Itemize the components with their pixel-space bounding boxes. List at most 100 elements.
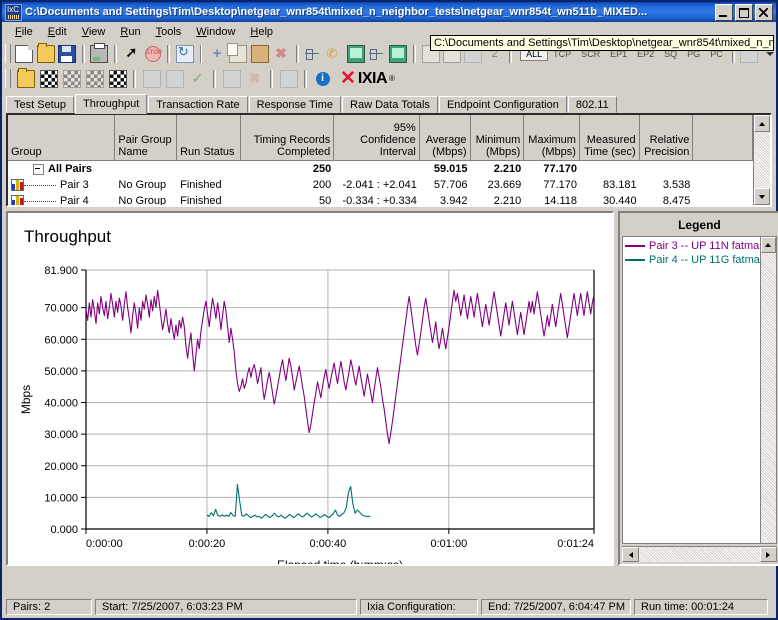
status-pairs: Pairs: 2 xyxy=(6,599,92,615)
legend-hscroll-track[interactable] xyxy=(639,547,760,562)
toolbar-grip-2[interactable] xyxy=(5,69,11,88)
grid-column-header[interactable]: 95% Confidence Interval xyxy=(334,115,420,160)
menu-item-file[interactable]: File xyxy=(8,24,40,40)
ungroup-pairs-icon[interactable]: ✖ xyxy=(243,68,266,90)
table-row[interactable]: All Pairs 250 59.015 2.210 77.170 xyxy=(8,161,753,177)
voip-pair-icon[interactable]: ✆ xyxy=(324,43,345,65)
legend-scroll-left-button[interactable] xyxy=(622,547,639,562)
table-row[interactable]: Pair 4 No Group Finished 50 -0.334 : +0.334 3… xyxy=(8,193,753,205)
table-cell: No Group xyxy=(118,179,167,191)
window-title: C:\Documents and Settings\Tim\Desktop\ne… xyxy=(25,6,648,18)
legend-item-pair-3[interactable]: Pair 3 -- UP 11N fatma xyxy=(625,239,760,253)
grid-column-header[interactable]: Minimum (Mbps) xyxy=(471,115,525,160)
new-test-button[interactable] xyxy=(14,43,35,65)
run-checkered-icon[interactable] xyxy=(37,68,60,90)
legend-item-pair-4[interactable]: Pair 4 -- UP 11G fatma xyxy=(625,253,760,267)
menu-item-window[interactable]: Window xyxy=(189,24,242,40)
table-cell: 2.210 xyxy=(493,163,522,175)
grid-column-header[interactable]: Timing Records Completed xyxy=(241,115,335,160)
tab-strip: Test Setup Throughput Transaction Rate R… xyxy=(2,93,776,114)
tab-802-11[interactable]: 802.11 xyxy=(567,96,617,113)
menu-item-view[interactable]: View xyxy=(75,24,113,40)
tab-throughput[interactable]: Throughput xyxy=(74,94,148,114)
legend-scroll-up-button[interactable] xyxy=(760,237,776,253)
paste-button[interactable] xyxy=(249,43,270,65)
refresh-button[interactable] xyxy=(174,43,195,65)
chart-y-tick-label: 40.000 xyxy=(44,398,78,410)
results-grid: Group Pair Group Name Run Status Timing Reco… xyxy=(6,113,772,207)
open-results-icon[interactable] xyxy=(14,67,37,90)
menu-item-edit[interactable]: Edit xyxy=(41,24,74,40)
add-pair-button[interactable]: + xyxy=(206,43,227,65)
group-pairs-icon[interactable] xyxy=(220,68,243,90)
multicast-pair-icon[interactable] xyxy=(366,43,387,65)
save-test-button[interactable] xyxy=(56,43,77,65)
throughput-chart[interactable]: 0.000 10.000 20.000 30.000 40.000 50.000 60.00… xyxy=(8,213,612,572)
finish-checkered-icon[interactable] xyxy=(106,68,129,90)
tab-transaction-rate[interactable]: Transaction Rate xyxy=(148,96,248,113)
verify-icon[interactable]: ✓ xyxy=(186,68,209,90)
minimize-button[interactable] xyxy=(715,3,733,21)
close-button[interactable] xyxy=(755,3,773,21)
copy-button[interactable] xyxy=(227,42,249,65)
chart-y-tick-label: 81.900 xyxy=(44,265,78,277)
legend-horizontal-scrollbar[interactable] xyxy=(622,546,777,562)
stop-test-button[interactable]: STOP xyxy=(142,43,163,65)
ixia-logo: ✕ IXIA ® xyxy=(334,69,401,88)
grid-column-header[interactable]: Group xyxy=(8,115,116,160)
chart-x-tick-label: 0:01:00 xyxy=(431,538,468,550)
grid-column-header[interactable]: Pair Group Name xyxy=(115,115,178,160)
tab-endpoint-configuration[interactable]: Endpoint Configuration xyxy=(438,96,567,113)
clear-pairs-icon[interactable] xyxy=(163,68,186,90)
grid-column-header[interactable]: Maximum (Mbps) xyxy=(524,115,580,160)
maximize-button[interactable] xyxy=(735,3,753,21)
video-pair-icon[interactable] xyxy=(345,43,366,65)
menu-item-help[interactable]: Help xyxy=(243,24,280,40)
chart-y-tick-label: 60.000 xyxy=(44,334,78,346)
tab-test-setup[interactable]: Test Setup xyxy=(6,96,74,113)
endpoint-pair-icon[interactable] xyxy=(303,43,324,65)
table-cell: 57.706 xyxy=(433,179,468,191)
legend-scroll-right-button[interactable] xyxy=(759,547,777,562)
grid-column-header[interactable]: Run Status xyxy=(177,115,241,160)
grid-vertical-scrollbar[interactable] xyxy=(753,115,770,205)
print-button[interactable] xyxy=(89,42,110,65)
open-test-button[interactable] xyxy=(35,42,56,65)
tab-response-time[interactable]: Response Time xyxy=(248,96,342,113)
menu-item-run[interactable]: Run xyxy=(113,24,147,40)
menu-item-tools[interactable]: Tools xyxy=(149,24,189,40)
table-cell-label: Pair 3 xyxy=(60,178,89,191)
scroll-up-button[interactable] xyxy=(754,115,770,132)
grid-column-header[interactable]: Average (Mbps) xyxy=(420,115,471,160)
chart-x-axis-label: Elapsed time (h:mm:ss) xyxy=(277,558,403,564)
chart-x-tick-label: 0:00:00 xyxy=(86,538,123,550)
grid-column-header[interactable] xyxy=(693,115,754,160)
table-row[interactable]: Pair 3 No Group Finished 200 -2.041 : +2.041… xyxy=(8,177,753,193)
grid-column-header[interactable]: Relative Precision xyxy=(640,115,694,160)
run-test-button[interactable]: ➚ xyxy=(121,43,142,65)
grid-column-header-label: Run Status xyxy=(180,146,235,158)
grid-column-header-label: Pair Group Name xyxy=(118,134,172,158)
tree-collapse-icon[interactable] xyxy=(33,163,44,175)
pause-checkered-icon[interactable] xyxy=(83,68,106,90)
legend-scroll-track[interactable] xyxy=(760,253,776,543)
video-multicast-icon[interactable] xyxy=(388,43,409,65)
scroll-down-button[interactable] xyxy=(754,188,770,205)
toolbar-grip[interactable] xyxy=(5,44,11,63)
grid-header-row: Group Pair Group Name Run Status Timing Reco… xyxy=(8,115,754,161)
scroll-track[interactable] xyxy=(754,132,770,188)
stop-checkered-icon[interactable] xyxy=(60,68,83,90)
hardware-icon[interactable] xyxy=(277,68,300,90)
window-buttons xyxy=(715,3,774,21)
validate-pairs-icon[interactable] xyxy=(140,68,163,90)
tab-raw-data-totals[interactable]: Raw Data Totals xyxy=(342,96,438,113)
bar-chart-icon xyxy=(11,179,24,192)
about-icon[interactable]: i xyxy=(311,68,334,90)
legend-vertical-scrollbar[interactable] xyxy=(759,237,776,543)
app-icon xyxy=(5,3,22,21)
legend-label-pair-3: Pair 3 -- UP 11N fatma xyxy=(649,240,760,252)
legend-box: Pair 3 -- UP 11N fatma Pair 4 -- UP 11G … xyxy=(622,236,777,544)
delete-button[interactable]: ✖ xyxy=(270,43,291,65)
legend-label-pair-4: Pair 4 -- UP 11G fatma xyxy=(649,254,760,266)
grid-column-header[interactable]: Measured Time (sec) xyxy=(580,115,640,160)
